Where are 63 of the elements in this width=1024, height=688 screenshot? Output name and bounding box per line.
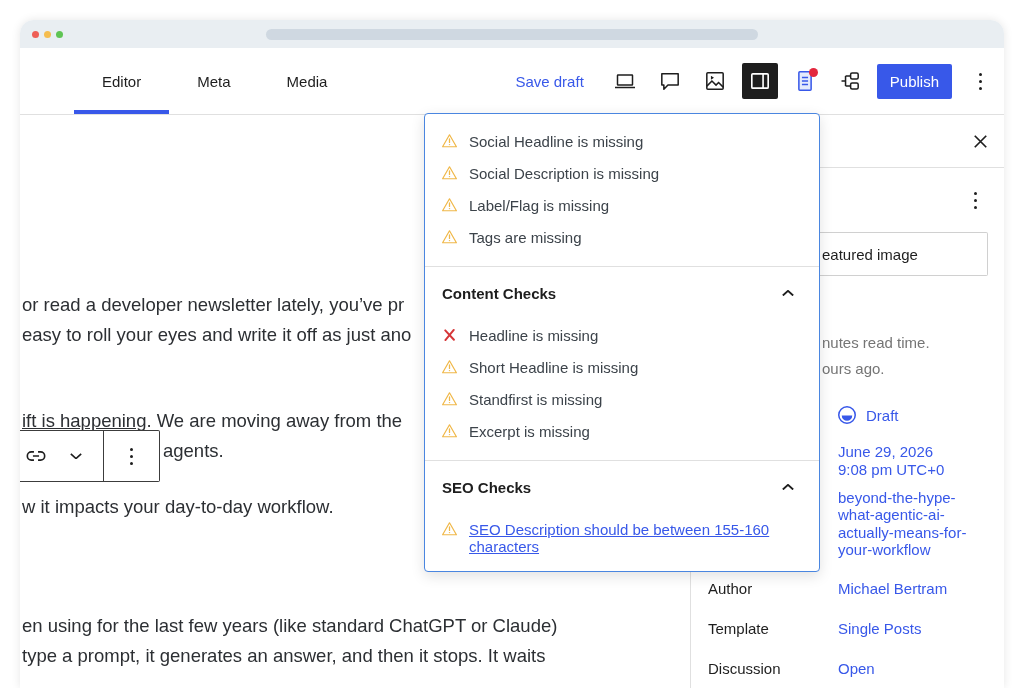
sidebar-toggle-button[interactable]	[741, 63, 778, 99]
window-control-icon[interactable]	[32, 30, 39, 38]
field-value-link[interactable]: June 29, 2026 9:08 pm UTC+0	[838, 443, 945, 478]
document-icon	[797, 71, 812, 91]
check-message: Headline is missing	[469, 326, 599, 344]
body-text: ift is happening. We are moving away from the	[22, 409, 403, 433]
field-label: Template	[708, 620, 769, 637]
read-time-text: nutes read time.	[822, 333, 930, 353]
section-heading: SEO Checks	[442, 478, 532, 496]
section-heading: Content Checks	[442, 284, 557, 302]
warning-icon	[442, 134, 457, 148]
check-message: Short Headline is missing	[469, 358, 639, 376]
chevron-up-icon	[782, 483, 794, 491]
view-tab[interactable]: Editor	[74, 48, 170, 114]
check-message: Label/Flag is missing	[469, 196, 610, 214]
close-icon	[973, 134, 987, 148]
body-text: or read a developer newsletter lately, you’ve pr	[22, 293, 405, 317]
sidebar-panel-icon	[750, 73, 769, 89]
field-label: Discussion	[708, 660, 781, 677]
laptop-icon	[614, 73, 635, 89]
status-button[interactable]: Draft	[838, 405, 899, 425]
warning-icon	[442, 360, 457, 374]
check-message: Social Description is missing	[469, 164, 660, 182]
warning-icon	[442, 522, 457, 536]
field-value-link[interactable]: Michael Bertram	[838, 580, 948, 598]
warning-icon	[442, 166, 457, 180]
check-message: Standfirst is missing	[469, 390, 603, 408]
body-text: en using for the last few years (like standard ChatGPT or Claude)	[22, 614, 558, 638]
body-text: agents.	[163, 439, 224, 463]
text-link[interactable]: ift is happening	[22, 410, 147, 431]
hierarchy-icon	[840, 72, 859, 90]
last-edited-text: ours ago.	[822, 359, 885, 379]
link-icon	[26, 451, 46, 461]
chevron-down-icon	[70, 452, 82, 460]
more-icon	[973, 191, 977, 209]
body-text: type a prompt, it generates an answer, and then it stops. It waits	[22, 644, 546, 668]
half-filled-circle-icon	[838, 406, 856, 424]
warning-icon	[442, 230, 457, 244]
save-draft-button[interactable]: Save draft	[507, 63, 592, 99]
body-text: w it impacts your day-to-day workflow.	[22, 495, 334, 519]
publish-button[interactable]: Publish	[876, 63, 952, 99]
check-message: Tags are missing	[469, 228, 582, 246]
check-message: Excerpt is missing	[469, 422, 590, 440]
body-text: easy to roll your eyes and write it off as just ano	[22, 323, 412, 347]
warning-icon	[442, 424, 457, 438]
image-icon	[705, 72, 724, 90]
featured-image-button[interactable]: eatured image	[820, 232, 988, 276]
address-field[interactable]	[266, 28, 758, 40]
field-label: Author	[708, 580, 753, 597]
view-tab[interactable]: Media	[258, 48, 356, 114]
field-value-link[interactable]: Single Posts	[838, 620, 922, 638]
warning-icon	[442, 392, 457, 406]
cross-icon	[444, 329, 455, 341]
chevron-up-icon	[782, 289, 794, 297]
field-value-link[interactable]: Open	[838, 660, 875, 678]
check-message: Social Headline is missing	[469, 132, 644, 150]
check-link[interactable]: SEO Description should be between 155-160 characters	[469, 520, 799, 555]
view-tab[interactable]: Meta	[169, 48, 259, 114]
more-icon	[130, 447, 133, 465]
more-icon	[978, 72, 982, 90]
field-value-link[interactable]: beyond-the-hype- what-agentic-ai- actually-means-for- your-workflow	[838, 488, 967, 559]
speech-bubble-icon	[660, 72, 679, 90]
warning-icon	[442, 198, 457, 212]
